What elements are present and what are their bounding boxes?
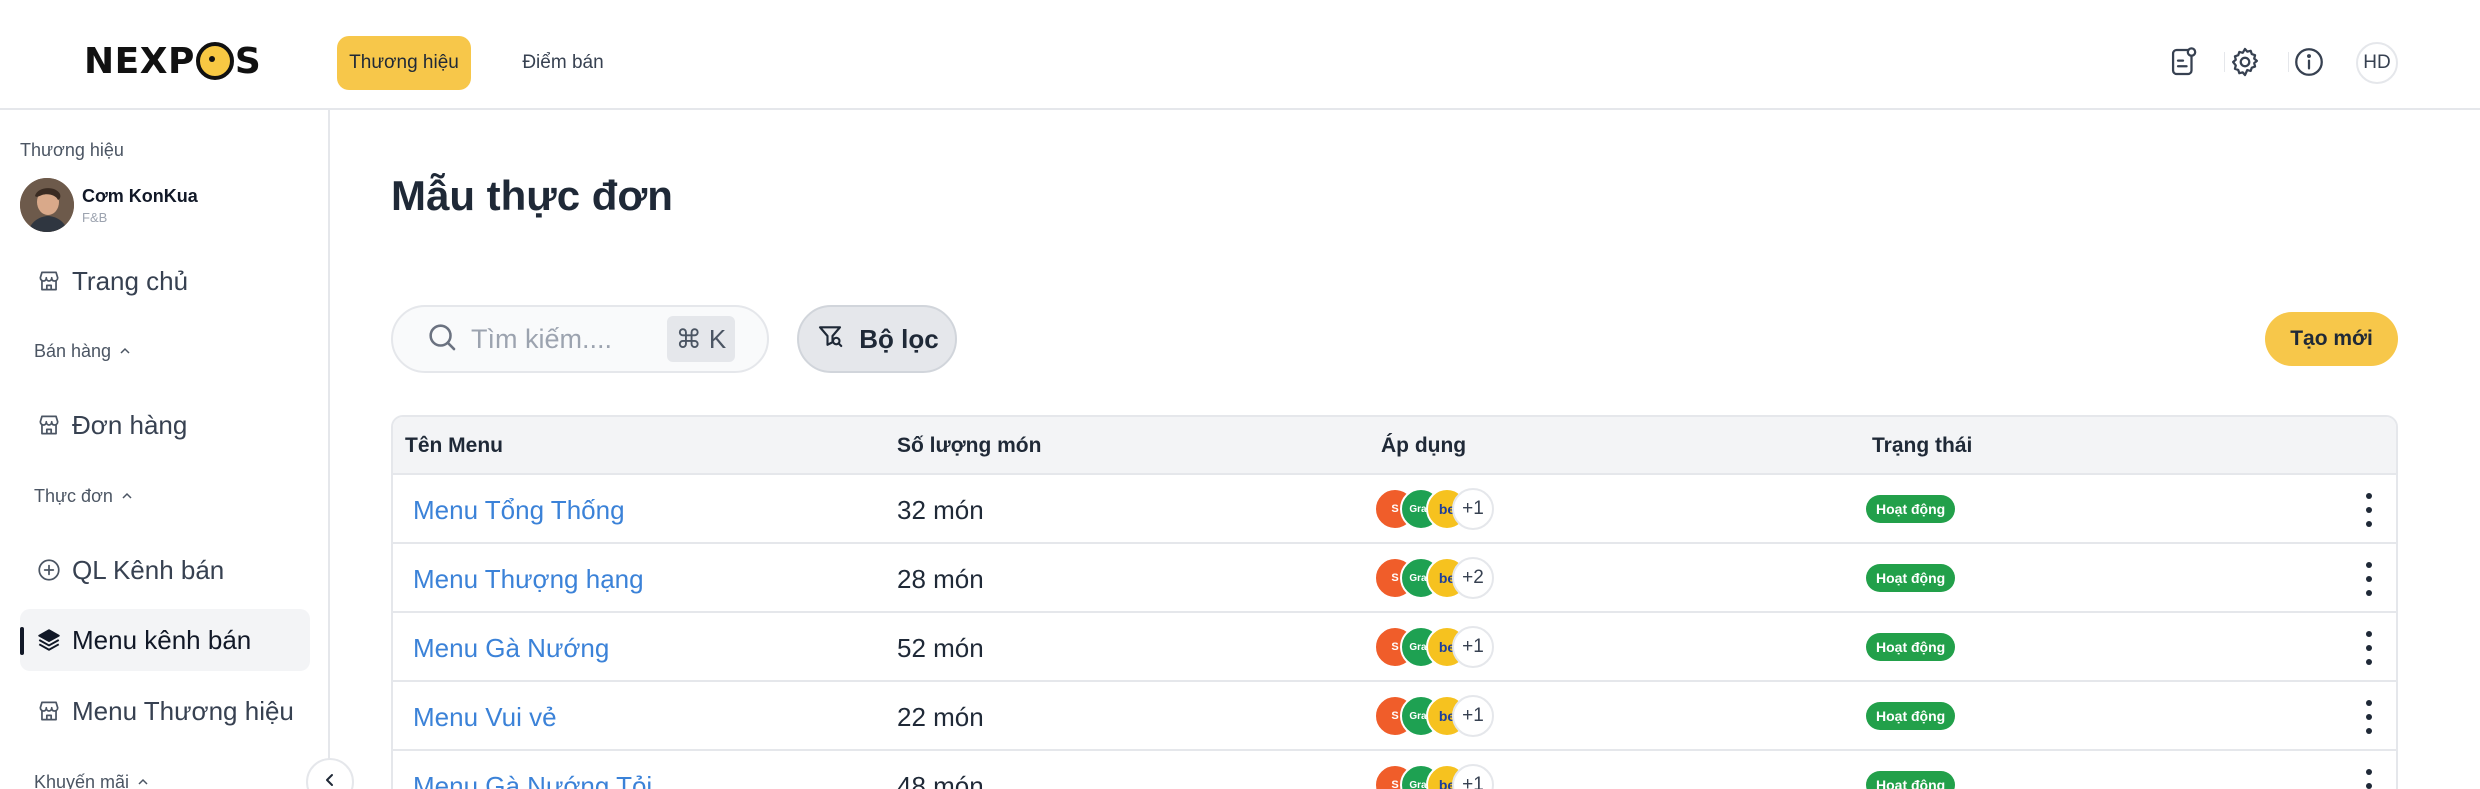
nexpos-logo[interactable]: NEXP S [84,40,261,82]
filter-button-label: Bộ lọc [859,323,939,354]
row-actions-icon[interactable] [2359,769,2379,789]
search-icon [425,320,459,359]
tab-thuong-hieu[interactable]: Thương hiệu [337,36,471,90]
store-icon [36,698,62,724]
search-input[interactable]: Tìm kiếm.... ⌘ K [391,305,769,373]
search-shortcut-hint: ⌘ K [667,316,735,362]
info-icon[interactable] [2289,42,2329,82]
brand-name: Cơm KonKua [82,186,198,206]
store-icon [36,412,62,438]
menu-name-link[interactable]: Menu Gà Nướng [413,633,609,664]
sidebar-item-menu-kenh-ban[interactable]: Menu kênh bán [20,609,310,671]
table-row[interactable]: Menu Gà Nướng 52 món S Grab be +1 Hoạt động [393,611,2396,680]
row-actions-icon[interactable] [2359,631,2379,665]
sidebar-item-trang-chu[interactable]: Trang chủ [20,250,310,312]
chevron-left-icon [322,772,338,789]
menu-table: Tên Menu Số lượng món Áp dụng Trạng thái… [391,415,2398,789]
sidebar-section-thuc-don[interactable]: Thực đơn [34,486,133,507]
more-channels-count[interactable]: +1 [1452,626,1494,668]
item-count: 28 món [897,564,984,594]
logo-o-mark [195,42,234,80]
status-badge: Hoạt động [1866,702,1956,730]
sidebar-item-menu-thuong-hieu[interactable]: Menu Thương hiệu [20,680,310,742]
page-title: Mẫu thực đơn [391,172,673,219]
channel-avatars[interactable]: S Grab be +2 [1374,557,1534,599]
menu-name-link[interactable]: Menu Thượng hạng [413,564,644,595]
logo-text-s: S [234,40,262,82]
sidebar-item-label: Đơn hàng [72,409,188,440]
chevron-up-icon [119,341,131,362]
more-channels-count[interactable]: +1 [1452,488,1494,530]
table-row[interactable]: Menu Gà Nướng Tỏi 48 món S Grab be +1 Hoạt độn… [393,749,2396,789]
column-header-status[interactable]: Trạng thái [1872,434,1972,458]
item-count: 22 món [897,702,984,732]
column-header-name[interactable]: Tên Menu [405,434,503,458]
sidebar-section-ban-hang[interactable]: Bán hàng [34,341,131,362]
user-avatar[interactable]: HD [2356,42,2398,84]
brand-type: F&B [82,210,108,225]
status-badge: Hoạt động [1866,771,1956,789]
row-actions-icon[interactable] [2359,700,2379,734]
table-row[interactable]: Menu Tổng Thống 32 món S Grab be +1 Hoạt động [393,473,2396,542]
store-icon [36,268,62,294]
table-row[interactable]: Menu Vui vẻ 22 món S Grab be +1 Hoạt động [393,680,2396,749]
status-badge: Hoạt động [1866,495,1956,523]
menu-name-link[interactable]: Menu Tổng Thống [413,495,625,526]
top-bar: NEXP S Thương hiệu Điểm bán HD [0,0,2480,110]
menu-name-link[interactable]: Menu Vui vẻ [413,702,557,733]
sidebar-section-label: Thực đơn [34,486,113,506]
brand-avatar[interactable] [20,178,74,232]
layers-icon [36,627,62,653]
more-channels-count[interactable]: +1 [1452,695,1494,737]
sidebar-item-ql-kenh-ban[interactable]: QL Kênh bán [20,539,310,601]
item-count: 52 món [897,633,984,663]
status-badge: Hoạt động [1866,564,1956,592]
plus-circle-icon [36,557,62,583]
channel-avatars[interactable]: S Grab be +1 [1374,695,1534,737]
item-count: 32 món [897,495,984,525]
sidebar-item-label: Trang chủ [72,265,189,296]
report-icon[interactable] [2163,42,2203,82]
filter-button[interactable]: Bộ lọc [797,305,957,373]
more-channels-count[interactable]: +2 [1452,557,1494,599]
chevron-up-icon [137,772,149,789]
sidebar-item-label: Menu Thương hiệu [72,695,294,726]
sidebar-section-khuyen-mai[interactable]: Khuyến mãi [34,772,149,789]
row-actions-icon[interactable] [2359,562,2379,596]
create-new-button[interactable]: Tạo mới [2265,312,2398,366]
sidebar-section-label: Bán hàng [34,341,112,361]
tab-diem-ban[interactable]: Điểm bán [508,36,618,90]
search-placeholder: Tìm kiếm.... [471,323,612,354]
sidebar-section-label: Khuyến mãi [34,772,130,789]
column-header-channels[interactable]: Áp dụng [1381,434,1466,458]
table-row[interactable]: Menu Thượng hạng 28 món S Grab be +2 Hoạt động [393,542,2396,611]
item-count: 48 món [897,771,984,789]
status-badge: Hoạt động [1866,633,1956,661]
gear-icon[interactable] [2225,42,2265,82]
column-header-quantity[interactable]: Số lượng món [897,434,1041,458]
sidebar-item-label: Menu kênh bán [72,624,252,655]
channel-avatars[interactable]: S Grab be +1 [1374,488,1534,530]
sidebar-item-don-hang[interactable]: Đơn hàng [20,394,310,456]
chevron-up-icon [121,486,133,507]
channel-avatars[interactable]: S Grab be +1 [1374,764,1534,789]
table-header: Tên Menu Số lượng món Áp dụng Trạng thái [393,417,2396,473]
logo-text-nex: NEXP [84,40,195,82]
sidebar-item-label: QL Kênh bán [72,554,225,585]
brand-section-label: Thương hiệu [20,140,124,160]
channel-avatars[interactable]: S Grab be +1 [1374,626,1534,668]
sidebar: Thương hiệu Cơm KonKua F&B Trang chủ Bán… [0,110,330,789]
menu-name-link[interactable]: Menu Gà Nướng Tỏi [413,771,652,789]
row-actions-icon[interactable] [2359,493,2379,527]
filter-icon [815,321,845,358]
